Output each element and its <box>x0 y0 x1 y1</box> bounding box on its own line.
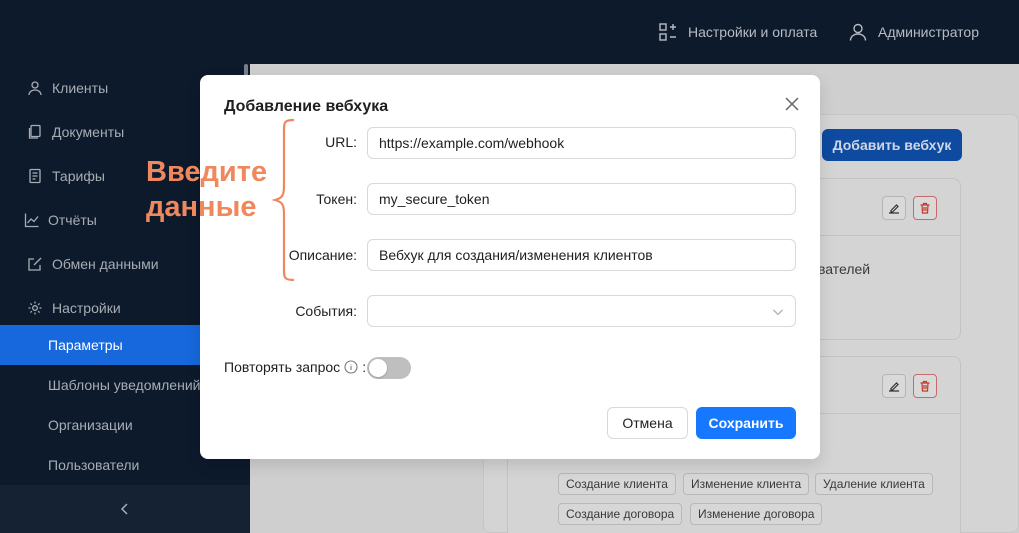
repeat-request-toggle[interactable] <box>367 357 411 379</box>
edit-webhook-button[interactable] <box>882 374 906 398</box>
add-webhook-button[interactable]: Добавить вебхук <box>822 129 962 161</box>
close-icon[interactable] <box>783 95 801 113</box>
sidebar-item-label: Обмен данными <box>52 256 159 272</box>
gear-icon <box>28 301 42 315</box>
user-name: Администратор <box>878 24 980 40</box>
url-field[interactable]: https://example.com/webhook <box>367 127 796 159</box>
events-label: События: <box>295 303 357 319</box>
sidebar-item-label: Клиенты <box>52 80 109 96</box>
settings-billing-link[interactable]: Настройки и оплата <box>658 20 817 44</box>
annotation-line: Введите <box>146 156 268 188</box>
cancel-button[interactable]: Отмена <box>607 407 688 439</box>
info-icon[interactable] <box>344 360 358 374</box>
webhook-description-partial: вателей <box>818 261 871 277</box>
event-tag: Изменение клиента <box>683 473 810 495</box>
sidebar-subitem-label: Шаблоны уведомлений <box>48 377 201 393</box>
chevron-down-icon <box>773 309 783 316</box>
trash-icon <box>920 380 930 392</box>
event-tag: Создание договора <box>558 503 683 525</box>
sidebar-collapse-button[interactable] <box>0 485 250 533</box>
event-tag: Создание клиента <box>558 473 676 495</box>
edit-webhook-button[interactable] <box>882 196 906 220</box>
tariffs-icon <box>29 168 41 184</box>
events-select[interactable] <box>367 295 796 327</box>
repeat-request-label: Повторять запрос : <box>224 359 367 375</box>
annotation-callout: Введите данные <box>146 155 267 225</box>
trash-icon <box>920 202 930 214</box>
documents-icon <box>28 124 41 139</box>
dialog-title: Добавление вебхука <box>224 98 389 115</box>
edit-square-icon <box>28 257 42 271</box>
user-icon <box>849 23 867 41</box>
delete-webhook-button[interactable] <box>913 196 937 220</box>
edit-icon <box>889 382 899 392</box>
delete-webhook-button[interactable] <box>913 374 937 398</box>
top-header: Настройки и оплата Администратор <box>0 0 1019 64</box>
sidebar-subitem-label: Пользователи <box>48 457 140 473</box>
edit-icon <box>889 204 899 214</box>
user-icon <box>28 81 42 96</box>
toggle-knob <box>369 359 387 377</box>
sidebar-subitem-label: Организации <box>48 417 133 433</box>
annotation-brace <box>272 118 295 282</box>
sidebar-item-label: Документы <box>52 124 125 140</box>
settings-grid-icon <box>659 23 676 41</box>
sidebar-subitem-label: Параметры <box>48 337 123 353</box>
event-tag: Изменение договора <box>690 503 823 525</box>
chevron-left-icon <box>120 503 128 515</box>
sidebar-item-label: Отчёты <box>48 212 97 228</box>
user-menu[interactable]: Администратор <box>848 20 979 44</box>
chart-icon <box>24 213 39 228</box>
settings-billing-label: Настройки и оплата <box>688 24 818 40</box>
description-field[interactable]: Вебхук для создания/изменения клиентов <box>367 239 796 271</box>
sidebar-item-label: Настройки <box>52 300 121 316</box>
save-button[interactable]: Сохранить <box>696 407 796 439</box>
annotation-line: данные <box>146 191 257 223</box>
event-tag: Удаление клиента <box>815 473 933 495</box>
sidebar-item-label: Тарифы <box>52 168 105 184</box>
token-field[interactable]: my_secure_token <box>367 183 796 215</box>
